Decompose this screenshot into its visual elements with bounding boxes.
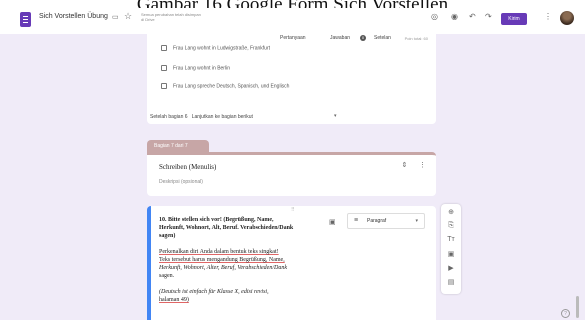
- checkbox-option[interactable]: Frau Lang wohnt in Berlin: [161, 65, 230, 71]
- checkbox[interactable]: [161, 83, 167, 89]
- scrollbar[interactable]: [576, 296, 579, 318]
- question-body-line: sagen.: [159, 273, 175, 279]
- more-vert-icon[interactable]: ⋮: [419, 162, 426, 169]
- question-type-label: Paragraf: [367, 218, 387, 224]
- after-section-label: Setelah bagian 6: [150, 114, 188, 120]
- forms-logo-icon: [20, 12, 31, 27]
- tab-responses[interactable]: Jawaban: [330, 35, 350, 41]
- help-icon[interactable]: ?: [561, 309, 570, 318]
- palette-icon[interactable]: ◎: [431, 12, 438, 21]
- form-editor: Pertanyaan Jawaban 0 Setelan Poin total:…: [0, 34, 585, 320]
- folder-icon[interactable]: ▭: [112, 13, 119, 21]
- redo-icon[interactable]: ↷: [485, 12, 492, 21]
- section-title[interactable]: Schreiben (Menulis): [159, 163, 216, 171]
- question-text[interactable]: 10. Bitte stellen sich vor! (Begrüßung, …: [159, 216, 334, 304]
- paragraph-icon: ≡: [354, 217, 359, 224]
- chevron-down-icon[interactable]: ▾: [334, 113, 337, 119]
- responses-count-badge: 0: [360, 35, 366, 41]
- tabs-row: Pertanyaan Jawaban 0 Setelan Poin total:…: [147, 34, 436, 44]
- total-points: Poin total: 60: [404, 36, 428, 41]
- checkbox-option[interactable]: Frau Lang spreche Deutsch, Spanisch, und…: [161, 83, 289, 89]
- checkbox-option[interactable]: Frau Lang wohnt in Ludwigstraße, Frankfu…: [161, 45, 270, 51]
- checkbox[interactable]: [161, 45, 167, 51]
- checkbox[interactable]: [161, 65, 167, 71]
- section-icon[interactable]: ▤: [441, 278, 461, 286]
- question-title-line: sagen): [159, 233, 176, 239]
- top-bar: Sich Vorstellen Übung ▭ ☆ Semua perubaha…: [0, 8, 585, 34]
- avatar[interactable]: [560, 11, 574, 25]
- section-card[interactable]: Schreiben (Menulis) Deskripsi (opsional)…: [147, 152, 436, 196]
- question-card-previous: Pertanyaan Jawaban 0 Setelan Poin total:…: [147, 34, 436, 124]
- section-actions: ⇕ ⋮: [401, 161, 426, 169]
- eye-icon[interactable]: ◉: [451, 12, 458, 21]
- tab-settings[interactable]: Setelan: [374, 35, 391, 41]
- import-icon[interactable]: ⎘: [441, 222, 461, 230]
- drag-handle-icon[interactable]: ⠿: [291, 207, 295, 213]
- question-card-active[interactable]: ⠿ 10. Bitte stellen sich vor! (Begrüßung…: [147, 206, 436, 320]
- question-title-line: Herkunft, Wohnort, Alt, Beruf. Verabschi…: [159, 225, 294, 231]
- more-vert-icon[interactable]: ⋮: [544, 12, 552, 21]
- tab-questions[interactable]: Pertanyaan: [280, 35, 306, 41]
- image-icon[interactable]: ▣: [441, 250, 461, 258]
- video-icon[interactable]: ▶: [441, 264, 461, 272]
- add-circle-icon[interactable]: ⊕: [441, 208, 461, 216]
- section-description[interactable]: Deskripsi (opsional): [159, 179, 203, 185]
- floating-toolbar: ⊕ ⎘ Tт ▣ ▶ ▤: [441, 204, 461, 294]
- section-tab: Bagian 7 dari 7: [147, 140, 209, 152]
- question-note-line: (Deutsch ist einfach für Klasse X, edisi…: [159, 289, 269, 295]
- question-body-line: Perkenalkan diri Anda dalam bentuk teks …: [159, 249, 279, 255]
- chevron-down-icon: ▾: [415, 218, 418, 224]
- send-button[interactable]: Kirim: [501, 13, 527, 25]
- question-title-line: 10. Bitte stellen sich vor! (Begrüßung, …: [159, 217, 274, 223]
- question-body-line: Herkunft, Wohnort, Alter, Beruf, Verabsc…: [159, 265, 287, 271]
- option-label: Frau Lang spreche Deutsch, Spanisch, und…: [173, 83, 290, 90]
- after-section-value[interactable]: Lanjutkan ke bagian berikut: [192, 114, 253, 120]
- form-title[interactable]: Sich Vorstellen Übung: [39, 13, 108, 20]
- question-body-line: Teks tersebut harus mengandung Begrüßung…: [159, 257, 285, 263]
- question-note-line: halaman 49): [159, 297, 189, 303]
- question-type-select[interactable]: ≡ Paragraf ▾: [347, 213, 425, 229]
- after-section-navigation[interactable]: Setelah bagian 6 Lanjutkan ke bagian ber…: [150, 114, 253, 120]
- collapse-icon[interactable]: ⇕: [401, 162, 407, 169]
- title-icon[interactable]: Tт: [441, 236, 461, 243]
- star-icon[interactable]: ☆: [124, 11, 132, 22]
- option-label: Frau Lang wohnt in Berlin: [173, 65, 230, 72]
- undo-icon[interactable]: ↶: [469, 12, 476, 21]
- option-label: Frau Lang wohnt in Ludwigstraße, Frankfu…: [173, 45, 270, 52]
- save-status: Semua perubahan telah disimpan di Drive: [141, 12, 201, 22]
- image-icon[interactable]: ▣: [329, 218, 336, 226]
